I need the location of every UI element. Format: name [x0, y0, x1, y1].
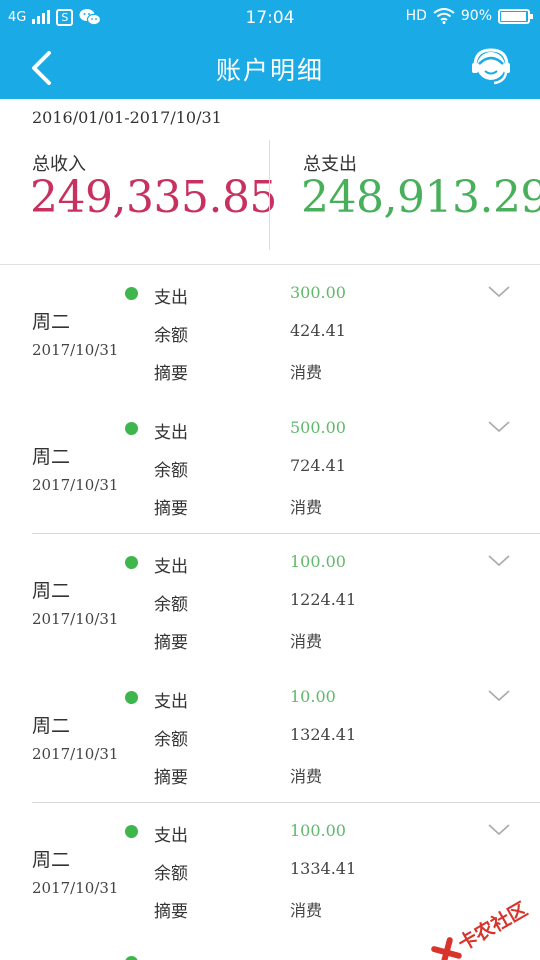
- page-title: 账户明细: [215, 56, 324, 85]
- type-label: 支出: [154, 826, 188, 846]
- status-dot-icon: [125, 421, 138, 435]
- balance-label: 余额: [154, 595, 188, 615]
- weekday: 周二: [32, 849, 71, 871]
- chevron-down-icon[interactable]: [488, 285, 510, 299]
- transaction-row[interactable]: 周二 2017/10/31 支出 300.00 余额 424.41 摘要 消费: [0, 265, 540, 400]
- memo-label: 摘要: [154, 633, 188, 653]
- amount: 500.00: [290, 417, 346, 437]
- transaction-date: 2017/10/31: [32, 879, 119, 897]
- type-label: 支出: [154, 691, 188, 712]
- amount: 100.00: [290, 821, 346, 840]
- amount: 100.00: [290, 552, 346, 571]
- memo: 消费: [290, 632, 323, 651]
- weekday: 周二: [32, 311, 71, 333]
- balance: 1324.41: [290, 724, 357, 744]
- memo-label: 摘要: [154, 498, 188, 519]
- memo-label: 摘要: [154, 767, 188, 788]
- balance: 1224.41: [290, 590, 357, 609]
- status-dot-icon: [125, 287, 138, 300]
- transaction-date: 2017/10/31: [32, 744, 119, 763]
- chevron-down-icon[interactable]: [488, 689, 510, 703]
- memo-label: 摘要: [154, 902, 188, 922]
- chevron-down-icon[interactable]: [488, 554, 510, 568]
- status-right: HD 90%: [405, 8, 533, 24]
- memo: 消费: [290, 497, 323, 517]
- memo-label: 摘要: [154, 364, 188, 384]
- hd-indicator: HD: [405, 8, 427, 24]
- status-dot-icon: [125, 825, 138, 838]
- amount: 300.00: [290, 283, 346, 302]
- amount: 10.00: [290, 686, 336, 706]
- summary-divider: [269, 140, 270, 250]
- status-bar: 4G S 17:04 HD 90%: [0, 0, 540, 36]
- type-label: 支出: [154, 288, 188, 308]
- transaction-row[interactable]: 周二 2017/10/31 支出 100.00 余额 1224.41 摘要 消费: [0, 534, 540, 669]
- balance-label: 余额: [154, 460, 188, 481]
- memo: 消费: [290, 363, 323, 382]
- balance: 424.41: [290, 321, 346, 340]
- balance-label: 余额: [154, 729, 188, 750]
- battery-percent: 90%: [460, 8, 492, 24]
- balance-label: 余额: [154, 864, 188, 884]
- type-label: 支出: [154, 557, 188, 577]
- status-dot-icon: [125, 556, 138, 569]
- transaction-row[interactable]: 周二 2017/10/31 支出 500.00 余额 724.41 摘要 消费: [0, 400, 540, 534]
- memo: 消费: [290, 901, 323, 920]
- transaction-date: 2017/10/31: [32, 475, 119, 494]
- status-dot-icon: [125, 690, 138, 704]
- expense-total: 248,913.29: [301, 172, 540, 223]
- balance: 1334.41: [290, 859, 357, 878]
- wifi-icon: [433, 8, 455, 24]
- customer-service-icon[interactable]: [470, 46, 512, 88]
- memo: 消费: [290, 766, 323, 786]
- date-range: 2016/01/01-2017/10/31: [32, 108, 222, 127]
- status-dot-icon: [125, 956, 138, 960]
- weekday: 周二: [32, 580, 71, 602]
- chevron-down-icon[interactable]: [488, 420, 510, 434]
- balance: 724.41: [290, 455, 346, 475]
- battery-icon: [498, 8, 533, 24]
- transaction-row[interactable]: 周二 2017/10/31 支出 10.00 余额 1324.41 摘要 消费: [0, 669, 540, 803]
- chevron-down-icon[interactable]: [488, 823, 510, 837]
- transaction-date: 2017/10/31: [32, 341, 119, 359]
- weekday: 周二: [32, 445, 71, 468]
- balance-label: 余额: [154, 326, 188, 346]
- transaction-list: 周二 2017/10/31 支出 300.00 余额 424.41 摘要 消费 …: [0, 265, 540, 938]
- income-total: 249,335.85: [30, 172, 277, 223]
- transaction-row[interactable]: 周二 2017/10/31 支出 100.00 余额 1334.41 摘要 消费: [0, 803, 540, 938]
- transaction-date: 2017/10/31: [32, 610, 119, 628]
- nav-bar: 账户明细: [0, 36, 540, 99]
- type-label: 支出: [154, 422, 188, 443]
- weekday: 周二: [32, 714, 71, 737]
